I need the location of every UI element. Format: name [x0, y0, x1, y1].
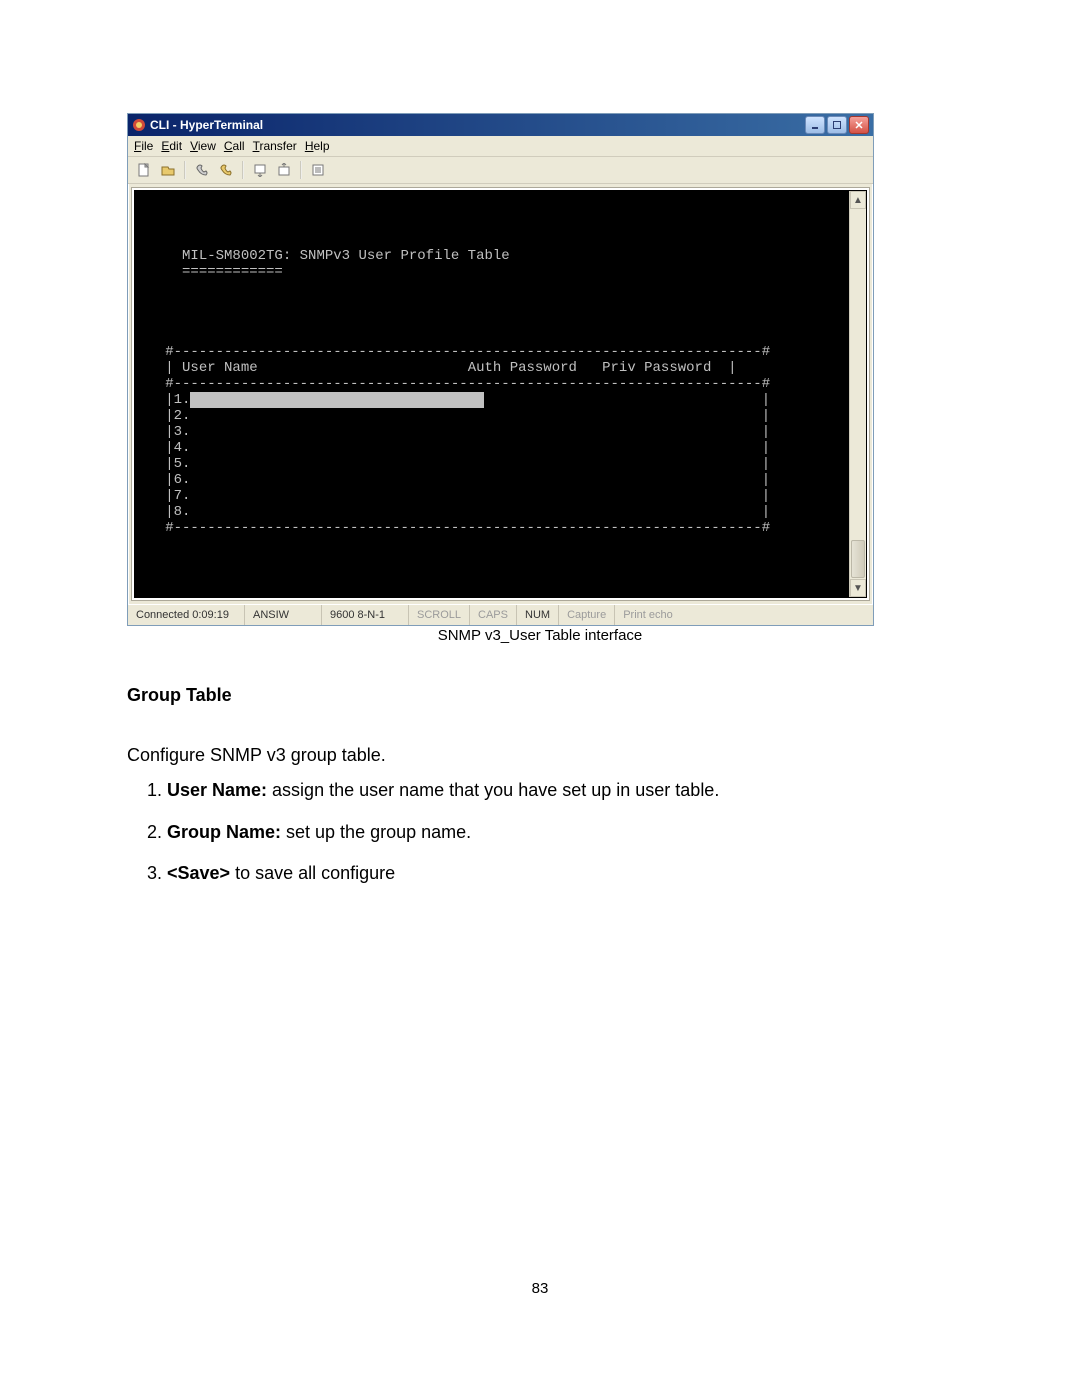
toolbar-separator [300, 161, 302, 179]
toolbar-separator [184, 161, 186, 179]
document-page: CLI - HyperTerminal File Edit View Call … [0, 0, 1080, 1397]
window-buttons [805, 116, 869, 134]
new-icon[interactable] [134, 160, 154, 180]
list-item: <Save> to save all configure [167, 858, 953, 890]
term-table-bottom: #---------------------------------------… [140, 520, 770, 536]
page-number: 83 [0, 1280, 1080, 1297]
vertical-scrollbar[interactable]: ▲ ▼ [849, 191, 866, 597]
menu-transfer[interactable]: Transfer [253, 139, 297, 153]
hyperterminal-window: CLI - HyperTerminal File Edit View Call … [127, 113, 874, 626]
table-row: |1. | [140, 392, 770, 408]
status-emulation: ANSIW [245, 605, 322, 625]
menubar: File Edit View Call Transfer Help [128, 136, 873, 157]
term-header: MIL-SM8002TG: SNMPv3 User Profile Table [140, 248, 510, 264]
table-row: |5. | [140, 456, 770, 472]
statusbar: Connected 0:09:19 ANSIW 9600 8-N-1 SCROL… [128, 604, 873, 625]
list-item: User Name: assign the user name that you… [167, 775, 953, 807]
app-icon [132, 118, 146, 132]
scroll-track[interactable] [850, 209, 866, 539]
window-titlebar[interactable]: CLI - HyperTerminal [128, 114, 873, 136]
scroll-thumb[interactable] [851, 540, 865, 578]
toolbar-separator [242, 161, 244, 179]
menu-file[interactable]: File [134, 139, 153, 153]
open-icon[interactable] [158, 160, 178, 180]
status-port: 9600 8-N-1 [322, 605, 409, 625]
user-input-field[interactable] [190, 392, 484, 408]
receive-icon[interactable] [274, 160, 294, 180]
close-button[interactable] [849, 116, 869, 134]
send-icon[interactable] [250, 160, 270, 180]
table-row: |7. | [140, 488, 770, 504]
terminal-container: MIL-SM8002TG: SNMPv3 User Profile Table … [131, 187, 870, 601]
table-row: |8. | [140, 504, 770, 520]
terminal-screen[interactable]: MIL-SM8002TG: SNMPv3 User Profile Table … [134, 190, 867, 598]
status-connected: Connected 0:09:19 [128, 605, 245, 625]
minimize-button[interactable] [805, 116, 825, 134]
call-icon[interactable] [192, 160, 212, 180]
menu-help[interactable]: Help [305, 139, 330, 153]
document-body: Group Table Configure SNMP v3 group tabl… [127, 680, 953, 900]
maximize-button[interactable] [827, 116, 847, 134]
intro-paragraph: Configure SNMP v3 group table. [127, 740, 953, 772]
table-row: |6. | [140, 472, 770, 488]
term-table-sep: #---------------------------------------… [140, 376, 770, 392]
scroll-down-icon[interactable]: ▼ [850, 579, 866, 597]
table-row: |2. | [140, 408, 770, 424]
status-num: NUM [517, 605, 559, 625]
disconnect-icon[interactable] [216, 160, 236, 180]
properties-icon[interactable] [308, 160, 328, 180]
table-row: |4. | [140, 440, 770, 456]
scroll-up-icon[interactable]: ▲ [850, 191, 866, 209]
status-scroll: SCROLL [409, 605, 470, 625]
menu-edit[interactable]: Edit [161, 139, 182, 153]
term-divider: ============ [140, 264, 283, 280]
figure-caption: SNMP v3_User Table interface [0, 627, 1080, 644]
list-item: Group Name: set up the group name. [167, 817, 953, 849]
window-title: CLI - HyperTerminal [150, 118, 805, 132]
toolbar [128, 157, 873, 184]
section-heading: Group Table [127, 680, 953, 712]
status-caps: CAPS [470, 605, 517, 625]
menu-view[interactable]: View [190, 139, 216, 153]
menu-call[interactable]: Call [224, 139, 245, 153]
term-table-head: | User Name Auth Password Priv Password … [140, 360, 737, 376]
table-row: |3. | [140, 424, 770, 440]
status-printecho: Print echo [615, 605, 681, 625]
instruction-list: User Name: assign the user name that you… [127, 775, 953, 890]
status-capture: Capture [559, 605, 615, 625]
term-table-top: #---------------------------------------… [140, 344, 770, 360]
